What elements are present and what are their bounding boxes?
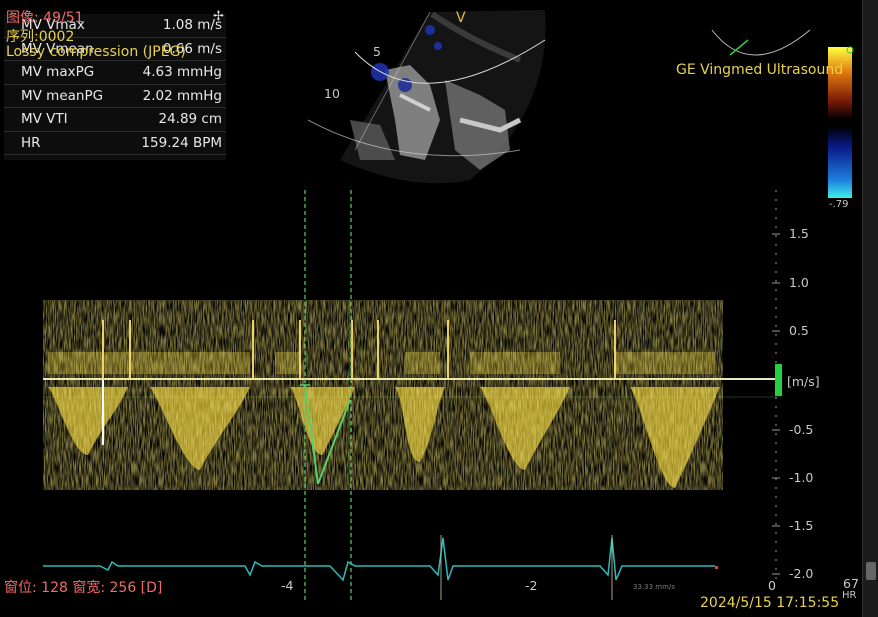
measurement-label: MV meanPG: [4, 84, 124, 108]
ultrasound-viewport[interactable]: MV Vmax 1.08 m/s MV Vmean 0.66 m/s MV maxPG 4…: [0, 0, 862, 617]
doppler-spectrum: [43, 300, 723, 490]
measurement-value: 24.89 cm: [123, 107, 226, 132]
series-label: 序列:0002: [6, 29, 75, 45]
velocity-tick-label: 1.5: [789, 226, 809, 241]
image-counter: 图像: 49/51: [6, 10, 84, 26]
measurement-value: 1.08 m/s: [123, 14, 226, 38]
time-tick-neg2: -2: [525, 578, 538, 593]
measurement-row: MV meanPG 2.02 mmHg: [4, 84, 226, 108]
measurement-label: MV maxPG: [4, 60, 124, 85]
measurement-value: 159.24 BPM: [123, 131, 226, 155]
scrollbar-thumb[interactable]: [866, 562, 876, 580]
vertical-scrollbar[interactable]: [862, 0, 878, 617]
hr-small-unit: HR: [842, 590, 857, 601]
measurement-row: MV VTI 24.89 cm: [4, 107, 226, 132]
acquisition-timestamp: 2024/5/15 17:15:55: [700, 595, 840, 611]
velocity-tick-label: 0.5: [789, 323, 809, 338]
view-marker: V: [456, 10, 466, 26]
depth-label-10: 10: [324, 86, 340, 101]
time-tick-0: 0: [768, 578, 776, 593]
color-bar-bottom-label: -.79: [829, 199, 849, 210]
window-level-label: 窗位: 128 窗宽: 256 [D]: [4, 580, 163, 596]
baseline-marker[interactable]: [775, 364, 782, 396]
echo-sector-image: [307, 10, 546, 184]
depth-label-5: 5: [373, 44, 381, 59]
velocity-unit: [m/s]: [787, 374, 820, 389]
time-tick-neg4: -4: [281, 578, 294, 593]
velocity-tick-label: -1.5: [789, 518, 814, 533]
ecg-trace: [43, 537, 715, 582]
velocity-tick-label: -2.0: [789, 566, 814, 581]
lossy-compression-label: Lossy compression (JPEG): [6, 44, 186, 60]
measurement-row: MV maxPG 4.63 mmHg: [4, 60, 226, 85]
velocity-tick-label: -0.5: [789, 422, 814, 437]
measurement-label: HR: [4, 131, 124, 155]
measurement-label: MV VTI: [4, 107, 124, 132]
device-brand: GE Vingmed Ultrasound: [676, 62, 844, 78]
move-handle-icon[interactable]: ✢: [213, 9, 224, 24]
measurement-value: 4.63 mmHg: [123, 60, 226, 85]
velocity-tick-label: 1.0: [789, 275, 809, 290]
probe-orientation-icon: [711, 29, 811, 56]
measurement-row: HR 159.24 BPM: [4, 131, 226, 155]
measurement-value: 2.02 mmHg: [123, 84, 226, 108]
velocity-tick-label: -1.0: [789, 470, 814, 485]
hr-small-value: 67: [843, 576, 859, 591]
sweep-speed: 33.33 mm/s: [633, 583, 675, 591]
